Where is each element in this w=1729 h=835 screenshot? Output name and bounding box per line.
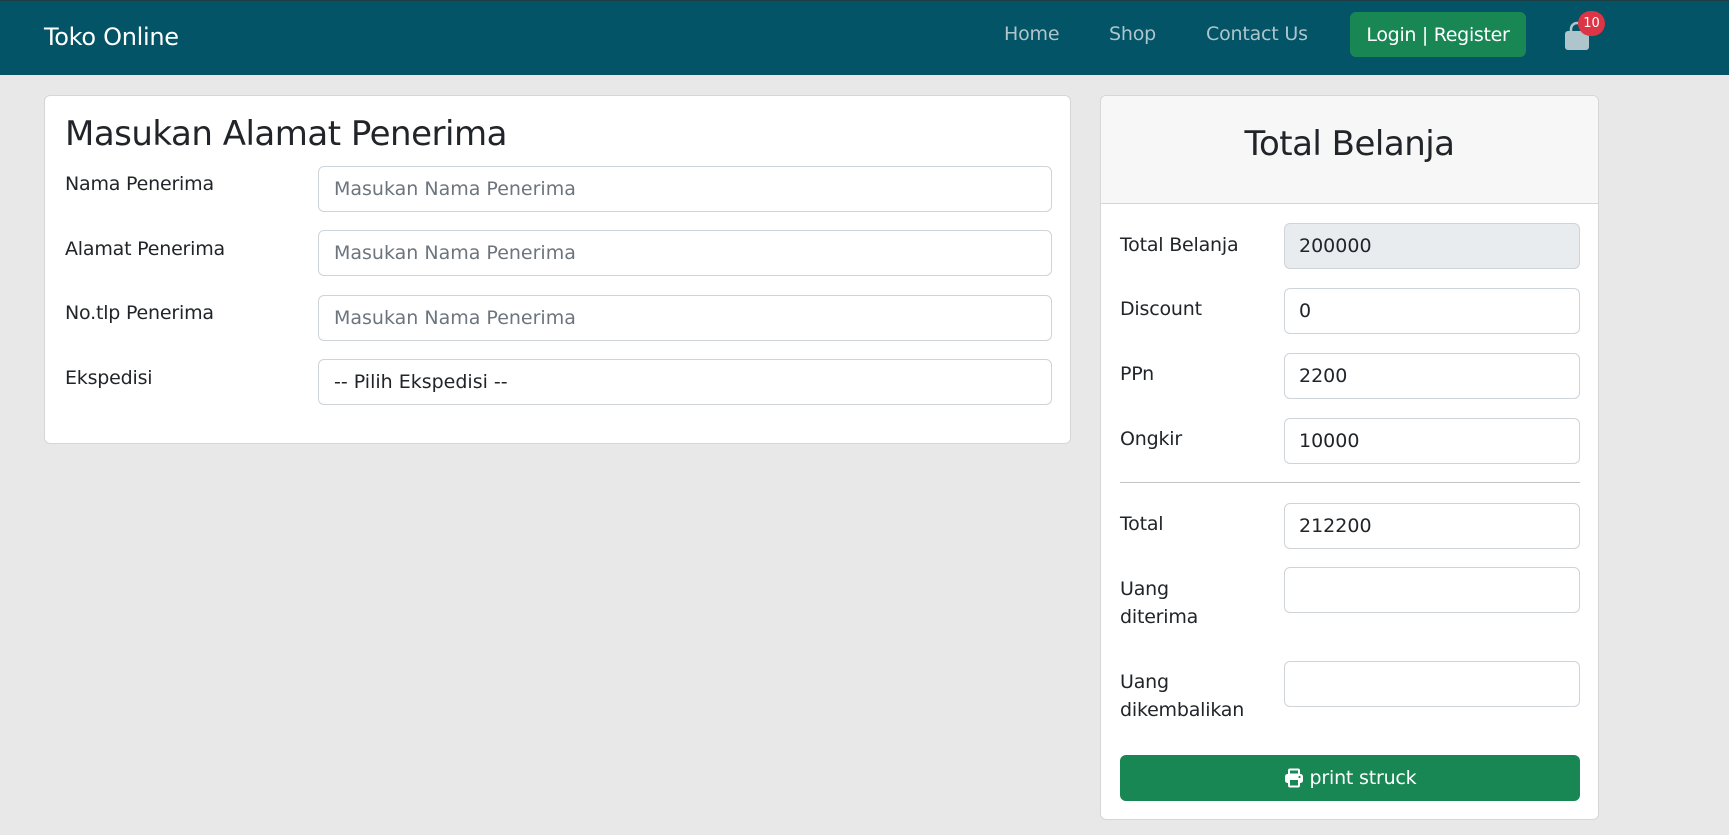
recipient-address-label: Alamat Penerima — [65, 238, 226, 260]
nav-contact-link[interactable]: Contact Us — [1206, 23, 1308, 45]
address-form-card: Masukan Alamat Penerima Nama Penerima Al… — [44, 95, 1071, 444]
uang-dikembalikan-label-line2: dikembalikan — [1120, 699, 1245, 721]
total-belanja-input[interactable] — [1284, 223, 1580, 269]
uang-dikembalikan-label-line1: Uang — [1120, 671, 1169, 693]
nav-home-link[interactable]: Home — [1004, 23, 1060, 45]
recipient-phone-label: No.tlp Penerima — [65, 302, 214, 324]
uang-diterima-input[interactable] — [1284, 567, 1580, 613]
recipient-name-label: Nama Penerima — [65, 173, 214, 195]
brand-logo[interactable]: Toko Online — [44, 23, 179, 51]
summary-title: Total Belanja — [1244, 124, 1455, 164]
ppn-input[interactable] — [1284, 353, 1580, 399]
total-label: Total — [1120, 513, 1164, 535]
address-form-title: Masukan Alamat Penerima — [65, 114, 507, 154]
uang-dikembalikan-input[interactable] — [1284, 661, 1580, 707]
navbar: Toko Online Home Shop Contact Us Login |… — [0, 0, 1729, 75]
ongkir-input[interactable] — [1284, 418, 1580, 464]
ongkir-label: Ongkir — [1120, 428, 1182, 450]
uang-diterima-label-line2: diterima — [1120, 606, 1199, 628]
expedition-label: Ekspedisi — [65, 367, 153, 389]
total-belanja-label: Total Belanja — [1120, 234, 1239, 256]
cart-count-badge: 10 — [1578, 11, 1605, 36]
uang-diterima-label-line1: Uang — [1120, 578, 1169, 600]
uang-dikembalikan-label: Uang dikembalikan — [1120, 668, 1244, 724]
expedition-selected-value: -- Pilih Ekspedisi -- — [334, 371, 508, 393]
summary-header: Total Belanja — [1101, 96, 1598, 204]
discount-input[interactable] — [1284, 288, 1580, 334]
summary-divider — [1120, 482, 1580, 483]
expedition-select[interactable]: -- Pilih Ekspedisi -- — [318, 359, 1052, 405]
recipient-address-input[interactable] — [318, 230, 1052, 276]
nav-shop-link[interactable]: Shop — [1109, 23, 1156, 45]
total-input[interactable] — [1284, 503, 1580, 549]
login-register-button[interactable]: Login | Register — [1350, 12, 1526, 57]
recipient-name-input[interactable] — [318, 166, 1052, 212]
print-struck-button[interactable]: print struck — [1120, 755, 1580, 801]
printer-icon — [1284, 768, 1303, 788]
uang-diterima-label: Uang diterima — [1120, 575, 1198, 631]
ppn-label: PPn — [1120, 363, 1155, 385]
order-summary-card: Total Belanja Total Belanja Discount PPn… — [1100, 95, 1599, 820]
print-struck-label: print struck — [1309, 767, 1417, 789]
discount-label: Discount — [1120, 298, 1202, 320]
recipient-phone-input[interactable] — [318, 295, 1052, 341]
